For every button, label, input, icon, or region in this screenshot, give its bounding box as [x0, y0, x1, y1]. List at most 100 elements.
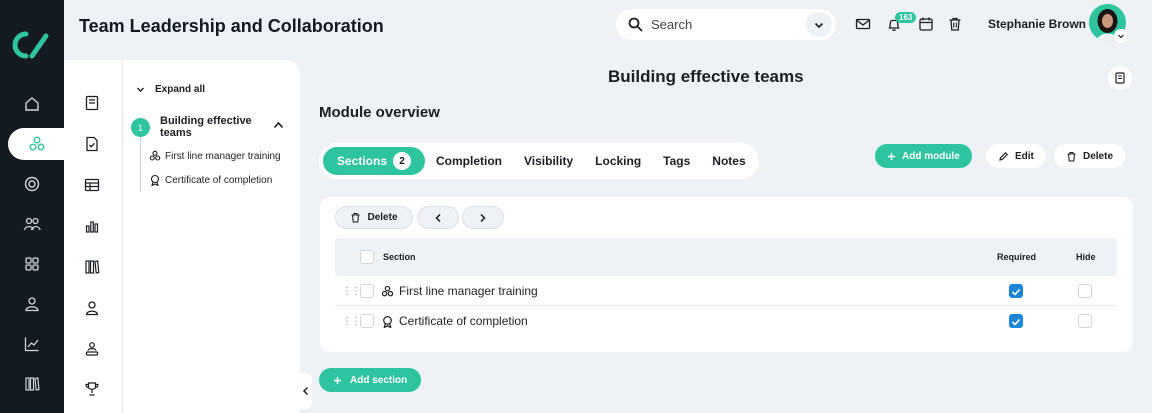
- tab-count-badge: 2: [393, 152, 412, 170]
- module-step-badge: 1: [131, 118, 150, 137]
- move-left-button[interactable]: [417, 206, 459, 229]
- panel-divider: [122, 60, 123, 413]
- tree-section-label: Certificate of completion: [165, 174, 273, 186]
- search-box[interactable]: [616, 9, 836, 40]
- chevron-left-icon: [302, 386, 308, 396]
- rail-goals[interactable]: [0, 168, 64, 200]
- tab-locking[interactable]: Locking: [584, 147, 652, 175]
- column-header-required: Required: [997, 252, 1037, 262]
- row-checkbox[interactable]: [360, 284, 374, 298]
- row-section-name: Certificate of completion: [399, 314, 528, 328]
- edit-button[interactable]: Edit: [986, 144, 1046, 168]
- analytics-icon: [24, 337, 39, 352]
- certificate-icon: [383, 315, 392, 328]
- book-icon[interactable]: [84, 95, 100, 111]
- search-icon: [628, 17, 643, 32]
- trash-icon[interactable]: [947, 16, 963, 32]
- tab-notes[interactable]: Notes: [701, 147, 756, 175]
- tab-label: Sections: [337, 154, 388, 168]
- collapse-panel-button[interactable]: [298, 373, 312, 409]
- rail-apps[interactable]: [0, 248, 64, 280]
- rail-modules[interactable]: [8, 128, 66, 160]
- required-checkbox[interactable]: [1009, 284, 1023, 298]
- tab-tags[interactable]: Tags: [652, 147, 701, 175]
- module-tabs: Sections 2 Completion Visibility Locking…: [319, 143, 759, 179]
- expand-all-toggle[interactable]: Expand all: [136, 84, 205, 95]
- plus-icon: [888, 152, 895, 160]
- file-check-icon[interactable]: [84, 136, 100, 152]
- required-checkbox[interactable]: [1009, 314, 1023, 328]
- add-section-label: Add section: [350, 374, 408, 386]
- rail-analytics[interactable]: [0, 328, 64, 360]
- notification-badge: 163: [895, 12, 917, 23]
- tree-module-title[interactable]: Building effective teams: [160, 115, 270, 139]
- logo-icon: [12, 31, 49, 59]
- add-module-button[interactable]: Add module: [875, 144, 972, 168]
- move-right-button[interactable]: [462, 206, 504, 229]
- add-section-button[interactable]: Add section: [319, 368, 422, 392]
- guide-button[interactable]: [1108, 66, 1132, 90]
- tab-completion[interactable]: Completion: [425, 147, 513, 175]
- calendar-icon[interactable]: [918, 16, 934, 32]
- tree-section-item[interactable]: Certificate of completion: [149, 174, 272, 186]
- chevron-down-icon: [1118, 34, 1124, 39]
- chevron-up-icon[interactable]: [273, 121, 284, 129]
- table-icon[interactable]: [84, 177, 100, 193]
- row-checkbox[interactable]: [360, 314, 374, 328]
- chevron-left-icon: [435, 213, 441, 222]
- chevron-right-icon: [480, 213, 486, 222]
- tree-section-label: First line manager training: [165, 150, 281, 162]
- delete-section-button[interactable]: Delete: [335, 206, 413, 229]
- page-header-title: Team Leadership and Collaboration: [79, 16, 384, 36]
- person-icon: [25, 297, 39, 312]
- home-icon: [25, 97, 39, 111]
- certificate-icon: [150, 174, 160, 186]
- tab-sections[interactable]: Sections 2: [323, 147, 426, 175]
- rail-profile[interactable]: [0, 288, 64, 320]
- add-module-label: Add module: [902, 150, 960, 162]
- hide-checkbox[interactable]: [1078, 314, 1092, 328]
- hide-checkbox[interactable]: [1078, 284, 1092, 298]
- trash-icon: [1067, 151, 1076, 162]
- modules-icon: [381, 285, 394, 296]
- drag-handle-icon[interactable]: ⋮⋮: [342, 316, 361, 327]
- search-input[interactable]: [651, 17, 801, 32]
- org-icon[interactable]: [84, 341, 100, 357]
- search-dropdown-button[interactable]: [806, 12, 832, 37]
- check-icon: [1011, 288, 1021, 296]
- trash-icon: [351, 212, 360, 223]
- modules-icon: [149, 150, 161, 161]
- delete-section-label: Delete: [367, 212, 398, 223]
- rail-users[interactable]: [0, 208, 64, 240]
- drag-handle-icon[interactable]: ⋮⋮: [342, 286, 361, 297]
- check-icon: [1011, 318, 1021, 326]
- library-icon: [25, 377, 40, 391]
- plus-icon: [334, 376, 341, 384]
- person-icon[interactable]: [84, 300, 100, 316]
- expand-all-label: Expand all: [155, 84, 206, 95]
- edit-label: Edit: [1015, 150, 1034, 162]
- delete-label: Delete: [1083, 150, 1114, 162]
- user-name[interactable]: Stephanie Brown: [988, 17, 1086, 31]
- column-header-section: Section: [383, 252, 416, 262]
- library-icon[interactable]: [84, 259, 100, 275]
- rail-home[interactable]: [0, 88, 64, 120]
- tree-section-item[interactable]: First line manager training: [149, 150, 281, 162]
- column-header-hide: Hide: [1076, 252, 1096, 262]
- chart-icon[interactable]: [84, 218, 100, 234]
- modules-icon: [29, 136, 45, 151]
- select-all-checkbox[interactable]: [360, 250, 374, 264]
- nav-rail: [0, 0, 66, 413]
- tab-visibility[interactable]: Visibility: [513, 147, 584, 175]
- step-connector: [140, 137, 141, 192]
- trophy-icon[interactable]: [84, 381, 100, 397]
- user-menu-toggle[interactable]: [1114, 29, 1128, 43]
- table-row: First line manager training: [381, 284, 538, 298]
- chevron-down-icon: [137, 87, 144, 92]
- apps-icon: [25, 257, 39, 271]
- mail-icon[interactable]: [855, 16, 871, 32]
- delete-module-button[interactable]: Delete: [1054, 144, 1126, 168]
- book-icon: [1115, 72, 1125, 84]
- target-icon: [24, 176, 40, 192]
- rail-library[interactable]: [0, 368, 64, 400]
